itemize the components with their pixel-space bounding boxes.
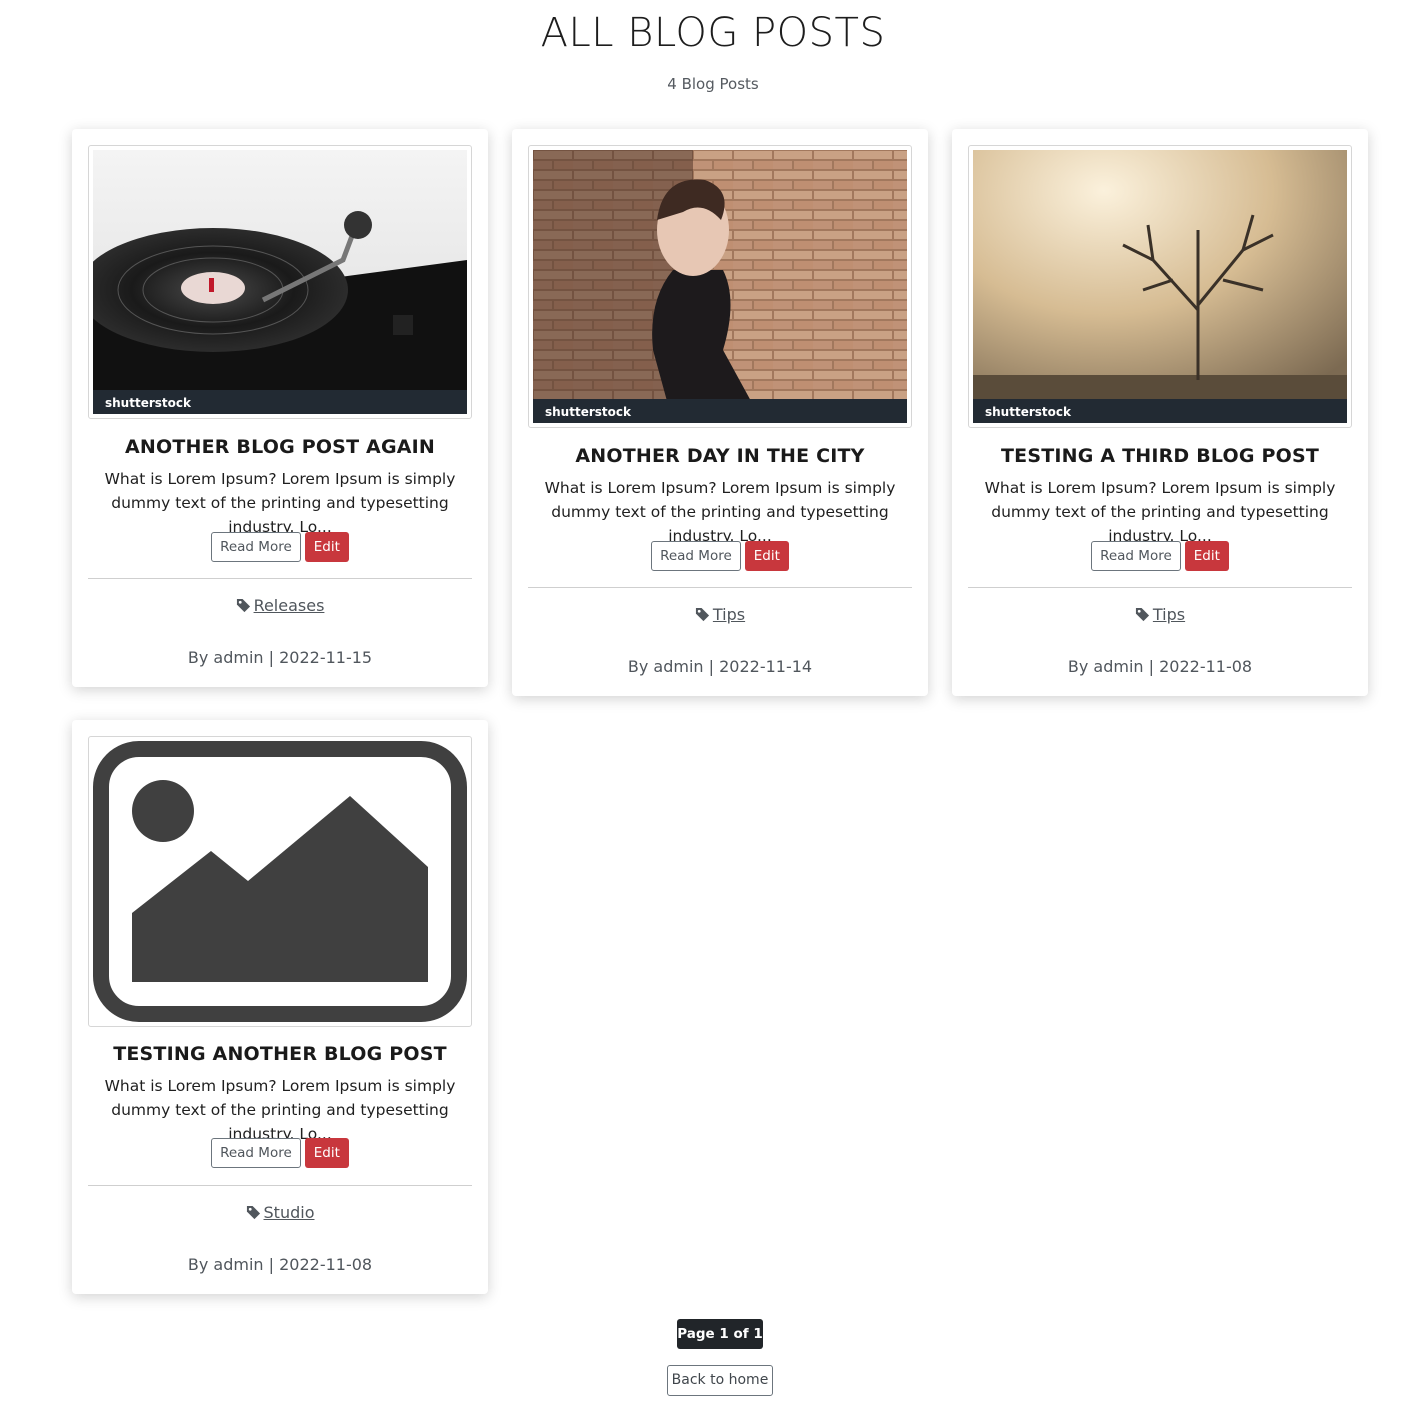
blog-card: shutterstock ANOTHER DAY IN THE CITY Wha…	[512, 129, 928, 696]
post-excerpt: What is Lorem Ipsum? Lorem Ipsum is simp…	[544, 479, 896, 545]
page-title: ALL BLOG POSTS	[540, 10, 886, 56]
post-image[interactable]: shutterstock	[88, 145, 472, 419]
blog-card: shutterstock TESTING A THIRD BLOG POST W…	[952, 129, 1368, 696]
post-actions: Read More Edit	[88, 1138, 472, 1168]
divider	[968, 587, 1352, 588]
pagination-indicator: Page 1 of 1	[677, 1319, 763, 1349]
post-excerpt: What is Lorem Ipsum? Lorem Ipsum is simp…	[104, 470, 456, 536]
post-title[interactable]: ANOTHER DAY IN THE CITY	[528, 445, 912, 467]
post-byline: By admin | 2022-11-14	[627, 657, 813, 676]
divider	[528, 587, 912, 588]
post-tag: Tips	[968, 605, 1352, 624]
image-placeholder-icon	[93, 741, 467, 1022]
edit-button[interactable]: Edit	[1184, 541, 1229, 571]
read-more-button[interactable]: Read More	[651, 541, 741, 571]
post-title[interactable]: TESTING A THIRD BLOG POST	[968, 445, 1352, 467]
back-to-home-button[interactable]: Back to home	[667, 1365, 773, 1396]
post-byline: By admin | 2022-11-08	[1067, 657, 1253, 676]
post-tag: Studio	[88, 1203, 472, 1222]
tag-icon	[695, 607, 709, 622]
post-actions: Read More Edit	[528, 541, 912, 571]
tag-link[interactable]: Releases	[254, 596, 325, 615]
post-image[interactable]: shutterstock	[528, 145, 912, 428]
read-more-button[interactable]: Read More	[211, 1138, 301, 1168]
post-image[interactable]	[88, 736, 472, 1027]
divider	[88, 1185, 472, 1186]
divider	[88, 578, 472, 579]
blog-card: shutterstock ANOTHER BLOG POST AGAIN Wha…	[72, 129, 488, 687]
post-title[interactable]: TESTING ANOTHER BLOG POST	[88, 1043, 472, 1065]
edit-button[interactable]: Edit	[304, 532, 349, 562]
svg-text:shutterstock: shutterstock	[105, 396, 192, 410]
post-count: 4 Blog Posts	[667, 75, 759, 93]
post-excerpt: What is Lorem Ipsum? Lorem Ipsum is simp…	[104, 1077, 456, 1143]
post-actions: Read More Edit	[88, 532, 472, 562]
svg-text:shutterstock: shutterstock	[985, 405, 1072, 419]
post-byline: By admin | 2022-11-08	[187, 1255, 373, 1274]
tag-link[interactable]: Tips	[713, 605, 745, 624]
post-tag: Releases	[88, 596, 472, 615]
read-more-button[interactable]: Read More	[1091, 541, 1181, 571]
edit-button[interactable]: Edit	[744, 541, 789, 571]
post-actions: Read More Edit	[968, 541, 1352, 571]
tag-link[interactable]: Tips	[1153, 605, 1185, 624]
svg-text:shutterstock: shutterstock	[545, 405, 632, 419]
post-excerpt: What is Lorem Ipsum? Lorem Ipsum is simp…	[984, 479, 1336, 545]
read-more-button[interactable]: Read More	[211, 532, 301, 562]
post-tag: Tips	[528, 605, 912, 624]
post-title[interactable]: ANOTHER BLOG POST AGAIN	[88, 436, 472, 458]
post-byline: By admin | 2022-11-15	[187, 648, 373, 667]
tag-icon	[246, 1205, 260, 1220]
tag-icon	[236, 598, 250, 613]
tag-link[interactable]: Studio	[264, 1203, 315, 1222]
post-image[interactable]: shutterstock	[968, 145, 1352, 428]
edit-button[interactable]: Edit	[304, 1138, 349, 1168]
tag-icon	[1135, 607, 1149, 622]
blog-card: TESTING ANOTHER BLOG POST What is Lorem …	[72, 720, 488, 1294]
